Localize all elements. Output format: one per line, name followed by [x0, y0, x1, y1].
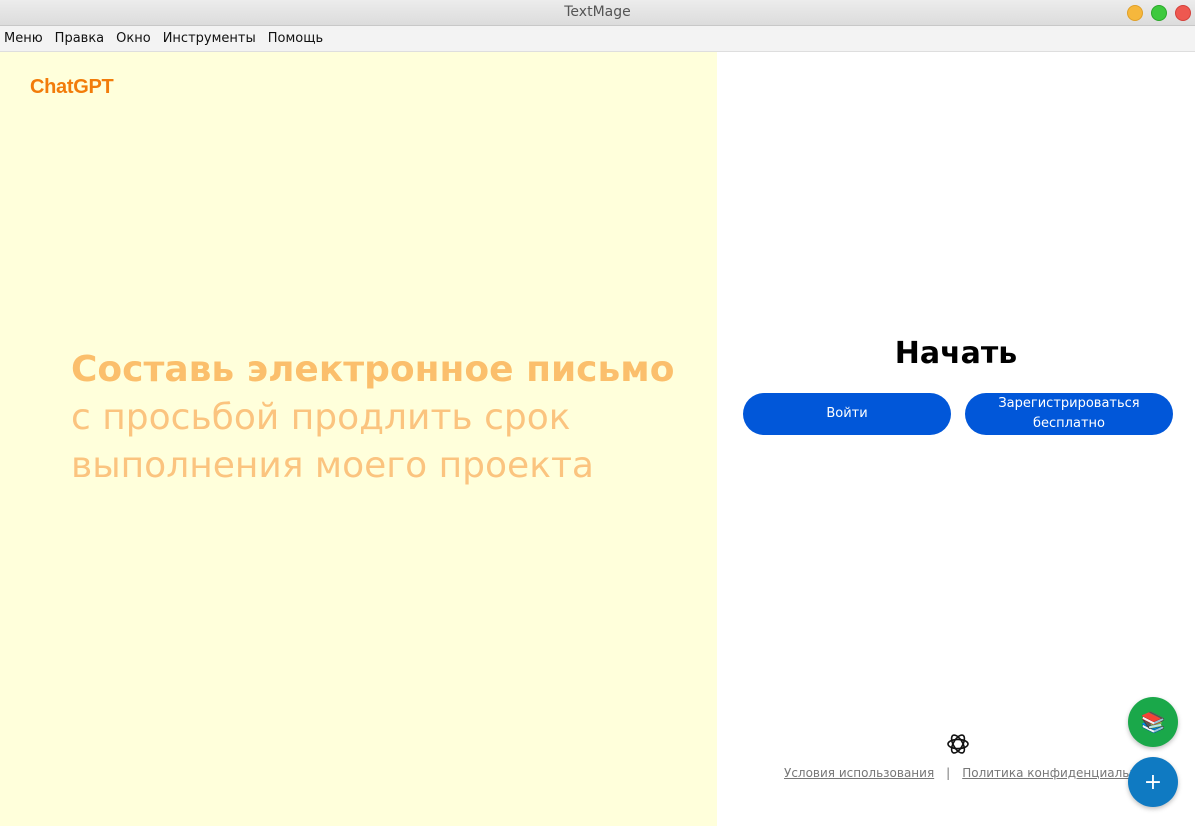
headline-line-2: с просьбой продлить срок: [71, 397, 571, 438]
page-title: Начать: [894, 336, 1018, 371]
maximize-button[interactable]: [1151, 5, 1167, 21]
add-fab-button[interactable]: +: [1128, 757, 1178, 807]
hero-panel: ChatGPT Составь электронное письмо с про…: [0, 52, 717, 826]
signup-button[interactable]: Зарегистрироваться бесплатно: [965, 393, 1173, 435]
plus-icon: +: [1143, 769, 1163, 795]
menubar: Меню Правка Окно Инструменты Помощь: [0, 26, 1195, 52]
signup-button-label: Зарегистрироваться бесплатно: [998, 396, 1140, 431]
window-titlebar: TextMage: [0, 0, 1195, 26]
window-title: TextMage: [564, 4, 631, 20]
headline-line-3: выполнения моего проекта: [71, 445, 594, 486]
books-icon: 📚: [1140, 710, 1166, 734]
hero-headline: Составь электронное письмо с просьбой пр…: [71, 346, 711, 490]
brand-logo: ChatGPT: [30, 76, 114, 98]
minimize-button[interactable]: [1127, 5, 1143, 21]
openai-logo-icon: [947, 734, 969, 754]
books-fab-button[interactable]: 📚: [1128, 697, 1178, 747]
auth-panel: Начать Войти Зарегистрироваться бесплатн…: [717, 52, 1195, 826]
footer-links: Условия использования | Политика конфиденц…: [784, 766, 1166, 780]
headline-strong: Составь электронное письмо: [71, 349, 675, 390]
close-button[interactable]: [1175, 5, 1191, 21]
menu-item-menu[interactable]: Меню: [4, 31, 43, 46]
menu-item-edit[interactable]: Правка: [55, 31, 104, 46]
login-button[interactable]: Войти: [743, 393, 951, 435]
menu-item-help[interactable]: Помощь: [268, 31, 323, 46]
footer-separator: |: [946, 766, 951, 780]
login-button-label: Войти: [826, 406, 868, 421]
menu-item-tools[interactable]: Инструменты: [163, 31, 256, 46]
menu-item-window[interactable]: Окно: [116, 31, 151, 46]
terms-link[interactable]: Условия использования: [784, 766, 934, 780]
